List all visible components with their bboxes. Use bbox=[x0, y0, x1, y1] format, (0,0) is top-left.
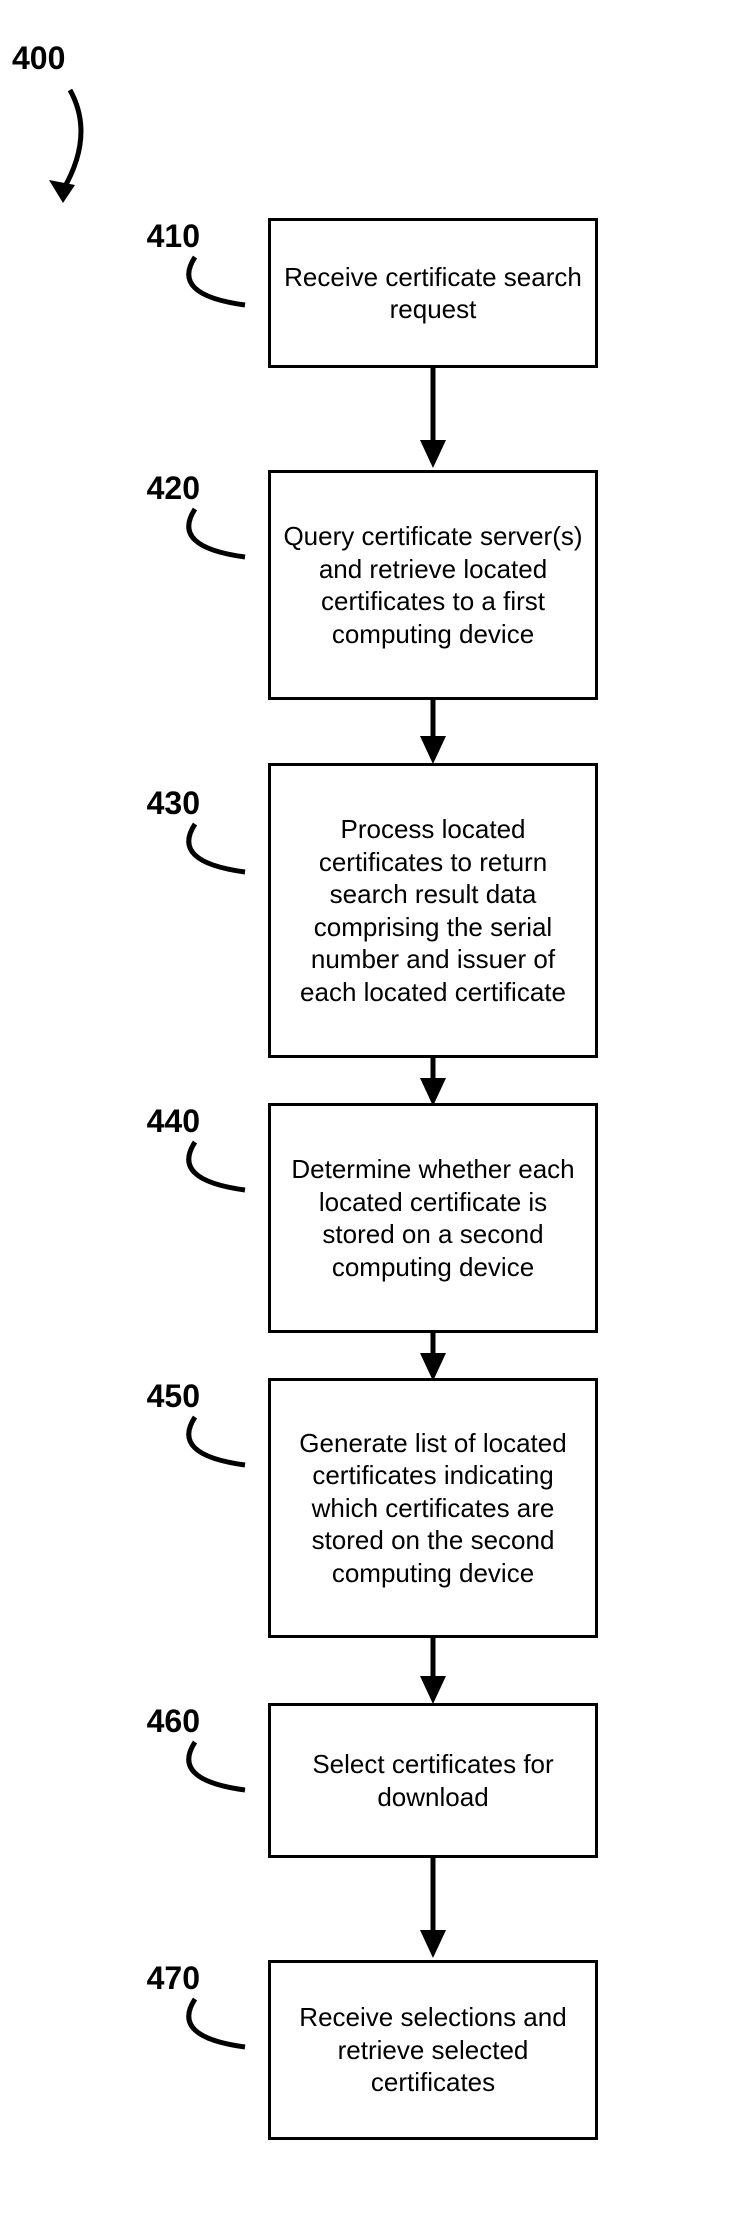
flow-box-450: Generate list of located certificates in… bbox=[268, 1378, 598, 1638]
step-pointer-420 bbox=[160, 507, 260, 567]
flow-box-440: Determine whether each located certifica… bbox=[268, 1103, 598, 1333]
flow-arrow bbox=[418, 1638, 448, 1708]
flow-box-420: Query certificate server(s) and retrieve… bbox=[268, 470, 598, 700]
flow-box-460: Select certificates for download bbox=[268, 1703, 598, 1858]
flow-box-410: Receive certificate search request bbox=[268, 218, 598, 368]
step-label-410: 410 bbox=[130, 218, 200, 255]
flow-box-text: Query certificate server(s) and retrieve… bbox=[281, 520, 585, 650]
flowchart-main-label: 400 bbox=[12, 40, 65, 77]
flow-box-text: Determine whether each located certifica… bbox=[281, 1153, 585, 1283]
step-pointer-470 bbox=[160, 1997, 260, 2057]
step-label-420: 420 bbox=[130, 470, 200, 507]
flow-box-470: Receive selections and retrieve selected… bbox=[268, 1960, 598, 2140]
flow-arrow bbox=[418, 1333, 448, 1383]
flow-arrow bbox=[418, 1858, 448, 1963]
step-pointer-430 bbox=[160, 822, 260, 882]
flow-arrow bbox=[418, 368, 448, 473]
flow-arrow bbox=[418, 700, 448, 768]
main-label-pointer bbox=[35, 85, 105, 215]
flow-box-text: Select certificates for download bbox=[281, 1748, 585, 1813]
step-pointer-440 bbox=[160, 1140, 260, 1200]
step-pointer-450 bbox=[160, 1415, 260, 1475]
flow-box-text: Process located certificates to return s… bbox=[281, 813, 585, 1008]
flow-box-text: Receive certificate search request bbox=[281, 261, 585, 326]
step-label-440: 440 bbox=[130, 1103, 200, 1140]
flow-box-430: Process located certificates to return s… bbox=[268, 763, 598, 1058]
flow-box-text: Generate list of located certificates in… bbox=[281, 1427, 585, 1590]
step-label-470: 470 bbox=[130, 1960, 200, 1997]
flow-arrow bbox=[418, 1058, 448, 1108]
step-pointer-410 bbox=[160, 255, 260, 315]
flow-box-text: Receive selections and retrieve selected… bbox=[281, 2001, 585, 2099]
step-label-430: 430 bbox=[130, 785, 200, 822]
step-label-460: 460 bbox=[130, 1703, 200, 1740]
step-label-450: 450 bbox=[130, 1378, 200, 1415]
step-pointer-460 bbox=[160, 1740, 260, 1800]
flowchart-canvas: 400 410 Receive certificate search reque… bbox=[0, 0, 741, 2229]
